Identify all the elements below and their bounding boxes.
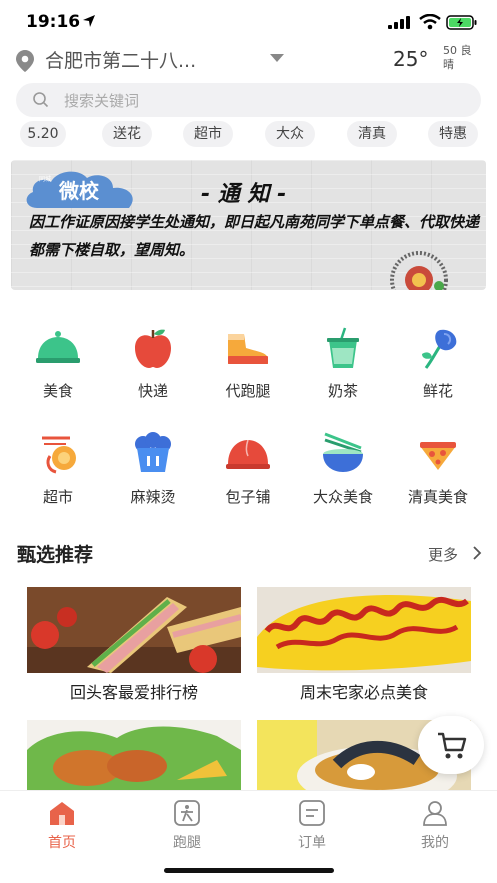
category-label: 超市: [42, 488, 73, 506]
wifi-icon: [419, 14, 441, 30]
pizza-slice-icon: [420, 442, 456, 470]
category-item[interactable]: 代跑腿: [203, 318, 293, 408]
apple-icon: [135, 329, 171, 368]
category-label: 美食: [42, 382, 73, 400]
food-cloche-icon: [36, 331, 80, 363]
brand-logo: 微校: [59, 179, 99, 203]
caret-down-icon[interactable]: [270, 54, 284, 62]
tab-label: 我的: [421, 835, 449, 851]
shopping-cart-icon: [438, 732, 467, 759]
bun-icon: [226, 439, 270, 469]
category-item[interactable]: 麻辣烫: [108, 424, 198, 514]
cellular-signal-icon: [388, 16, 410, 29]
tag-chip[interactable]: 特惠: [428, 121, 478, 147]
tag-chip[interactable]: 超市: [183, 121, 233, 147]
tag-chip[interactable]: 送花: [102, 121, 152, 147]
card-title: 周末宅家必点美食: [299, 683, 428, 702]
tag-chip[interactable]: 清真: [347, 121, 397, 147]
quick-tags: 5.20 送花 超市 大众 清真 特惠: [20, 121, 480, 147]
noodle-bowl-icon: [323, 432, 363, 472]
rose-icon: [422, 329, 457, 369]
shrimp-icon: [42, 436, 76, 474]
category-item[interactable]: 大众美食: [298, 424, 388, 514]
tab-label: 跑腿: [173, 835, 201, 851]
sandwich-photo: [27, 587, 241, 673]
category-label: 麻辣烫: [130, 488, 176, 506]
category-item[interactable]: 美食: [13, 318, 103, 408]
milk-tea-icon: [327, 327, 359, 368]
recommend-card[interactable]: 回头客最爱排行榜: [27, 587, 241, 707]
city-selector[interactable]: 合肥市第二十八...: [45, 46, 196, 73]
category-item[interactable]: 超市: [13, 424, 103, 514]
location-arrow-icon: [83, 15, 95, 27]
category-label: 代跑腿: [225, 382, 271, 400]
profile-icon: [423, 801, 447, 826]
more-link[interactable]: 更多: [428, 544, 458, 565]
battery-charging-icon: [446, 15, 477, 30]
order-icon: [299, 800, 325, 826]
category-item[interactable]: 快递: [108, 318, 198, 408]
category-item[interactable]: 奶茶: [298, 318, 388, 408]
category-item[interactable]: 鲜花: [393, 318, 483, 408]
tag-chip[interactable]: 5.20: [20, 121, 66, 147]
shoe-icon: [228, 334, 268, 364]
search-icon: [33, 92, 49, 108]
home-indicator: [164, 868, 334, 873]
tag-chip[interactable]: 大众: [265, 121, 315, 147]
tab-label: 首页: [48, 835, 76, 851]
chicken-photo: [27, 720, 241, 790]
category-label: 奶茶: [327, 382, 358, 400]
cart-button[interactable]: [418, 716, 484, 774]
section-title: 甄选推荐: [17, 544, 94, 566]
errand-icon: [174, 800, 200, 826]
category-item[interactable]: 清真美食: [393, 424, 483, 514]
weather-text: 晴: [443, 58, 454, 71]
category-label: 包子铺: [225, 488, 271, 506]
search-bar[interactable]: 搜索关键词: [16, 83, 481, 117]
omelette-photo: [257, 587, 471, 673]
search-placeholder[interactable]: 搜索关键词: [64, 90, 139, 111]
category-label: 鲜花: [422, 382, 453, 400]
weather-detail: 50 良 晴: [443, 44, 473, 72]
card-title: 回头客最爱排行榜: [69, 683, 198, 702]
notice-title: - 通 知 -: [201, 182, 287, 207]
status-bar: 19:16: [0, 0, 497, 46]
mini-program-qr-icon: [390, 251, 448, 290]
location-bar: 合肥市第二十八... 25° 50 良 晴: [0, 44, 497, 78]
air-quality: 良: [460, 44, 472, 57]
recommend-card[interactable]: [27, 720, 241, 790]
recommend-card[interactable]: 周末宅家必点美食: [257, 587, 471, 707]
location-pin-icon: [16, 50, 34, 72]
notice-banner[interactable]: 同城 微校 - 通 知 - 因工作证原因接学生处通知，即日起凡南苑同学下单点餐、…: [11, 160, 486, 290]
brand-small: 同城: [39, 176, 52, 183]
category-label: 快递: [137, 382, 168, 400]
temperature: 25°: [393, 47, 429, 71]
chevron-right-icon[interactable]: [472, 546, 482, 560]
category-label: 清真美食: [407, 488, 468, 506]
category-label: 大众美食: [312, 488, 373, 506]
air-value: 50: [443, 44, 457, 57]
category-item[interactable]: 包子铺: [203, 424, 293, 514]
hotpot-basket-icon: [135, 432, 171, 472]
status-time: 19:16: [26, 12, 81, 32]
tab-label: 订单: [298, 835, 326, 851]
home-icon: [50, 802, 74, 825]
